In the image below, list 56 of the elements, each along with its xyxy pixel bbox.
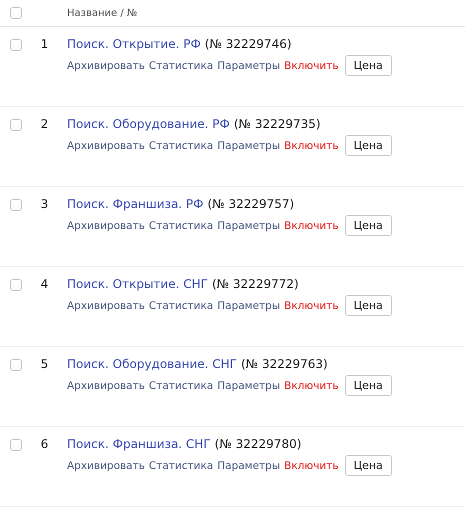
row-checkbox[interactable] (10, 119, 22, 131)
action-link[interactable]: Статистика (148, 220, 214, 232)
price-button[interactable]: Цена (344, 295, 392, 316)
action-link[interactable]: Архивировать (67, 220, 145, 232)
row-checkbox[interactable] (10, 39, 22, 51)
price-button[interactable]: Цена (344, 135, 392, 156)
action-link[interactable]: Архивировать (67, 380, 145, 392)
action-link[interactable]: Статистика (148, 140, 214, 152)
select-all-checkbox[interactable] (10, 7, 22, 19)
action-link[interactable]: Архивировать (67, 460, 145, 472)
action-link[interactable]: Архивировать (67, 300, 145, 312)
campaign-number: (№ 32229763) (241, 357, 328, 371)
action-link[interactable]: Параметры (217, 140, 280, 152)
action-link[interactable]: Статистика (148, 60, 214, 72)
row-checkbox[interactable] (10, 199, 22, 211)
action-link[interactable]: Статистика (148, 300, 214, 312)
campaign-number: (№ 32229772) (212, 277, 299, 291)
action-link[interactable]: Статистика (148, 460, 214, 472)
campaign-number: (№ 32229757) (208, 197, 294, 211)
action-link[interactable]: Параметры (217, 300, 280, 312)
campaign-link[interactable]: Поиск. Франшиза. РФ (67, 197, 204, 211)
campaign-number: (№ 32229780) (214, 437, 302, 451)
enable-link[interactable]: Включить (284, 60, 339, 72)
campaign-link[interactable]: Поиск. Оборудование. СНГ (67, 357, 237, 371)
action-link[interactable]: Параметры (217, 460, 280, 472)
action-link[interactable]: Параметры (217, 220, 280, 232)
action-link[interactable]: Архивировать (67, 60, 145, 72)
campaign-link[interactable]: Поиск. Оборудование. РФ (67, 117, 230, 131)
campaign-number: (№ 32229746) (204, 37, 292, 51)
row-number: 4 (40, 277, 50, 291)
campaign-link[interactable]: Поиск. Франшиза. СНГ (67, 437, 211, 451)
enable-link[interactable]: Включить (284, 220, 339, 232)
row-number: 1 (40, 37, 50, 51)
row-number: 3 (40, 197, 50, 211)
price-button[interactable]: Цена (344, 215, 392, 236)
campaign-number: (№ 32229735) (234, 117, 321, 131)
enable-link[interactable]: Включить (284, 140, 339, 152)
row-number: 6 (40, 437, 50, 451)
row-checkbox[interactable] (10, 439, 22, 451)
action-link[interactable]: Статистика (148, 380, 214, 392)
row-checkbox[interactable] (10, 359, 22, 371)
action-link[interactable]: Архивировать (67, 140, 145, 152)
price-button[interactable]: Цена (344, 455, 392, 476)
enable-link[interactable]: Включить (284, 300, 339, 312)
enable-link[interactable]: Включить (284, 380, 339, 392)
row-checkbox[interactable] (10, 279, 22, 291)
column-header: Название / № (67, 8, 138, 18)
row-number: 2 (40, 117, 50, 131)
row-number: 5 (40, 357, 50, 371)
price-button[interactable]: Цена (344, 375, 392, 396)
price-button[interactable]: Цена (344, 55, 392, 76)
campaign-link[interactable]: Поиск. Открытие. РФ (67, 37, 201, 51)
action-link[interactable]: Параметры (217, 380, 280, 392)
campaign-link[interactable]: Поиск. Открытие. СНГ (67, 277, 208, 291)
enable-link[interactable]: Включить (284, 460, 339, 472)
action-link[interactable]: Параметры (217, 60, 280, 72)
